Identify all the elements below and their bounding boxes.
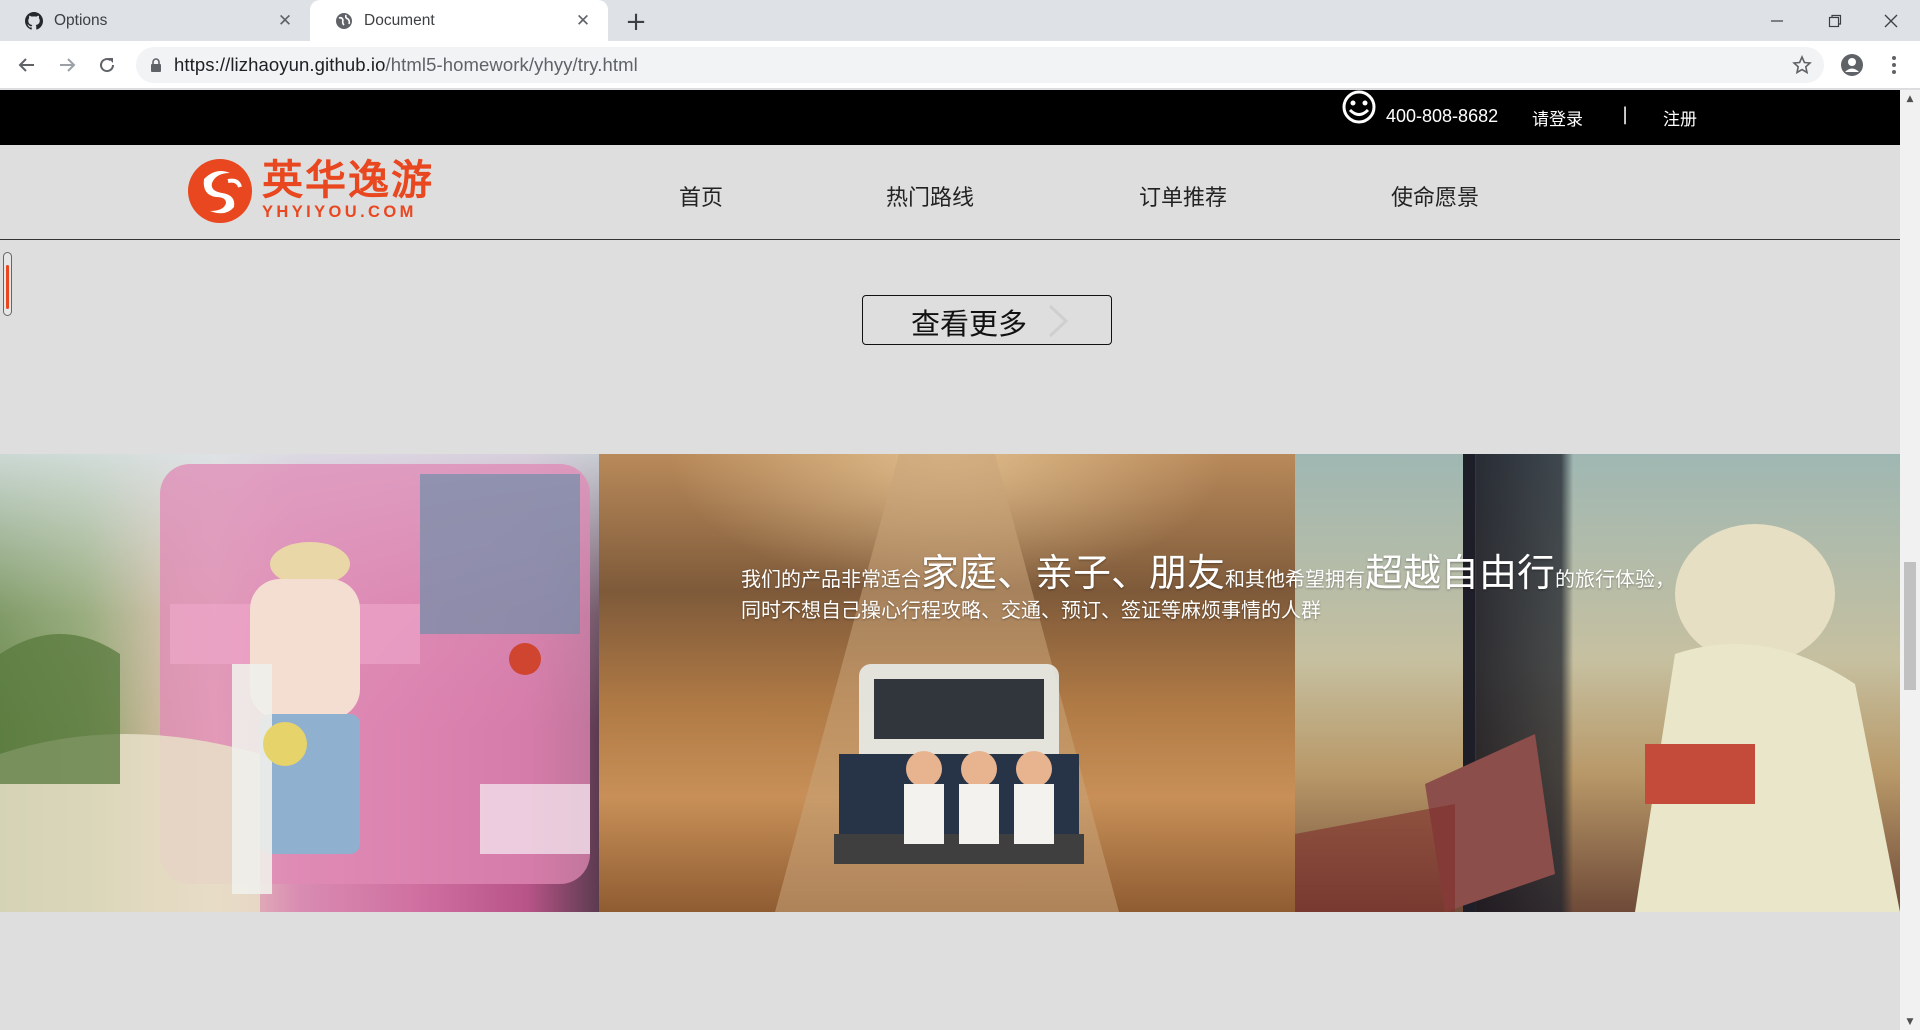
close-icon[interactable]: ✕ (274, 10, 296, 32)
new-tab-icon[interactable]: + (622, 7, 650, 37)
tab-title: Document (364, 11, 435, 29)
banner-headline: 我们的产品非常适合家庭、亲子、朋友和其他希望拥有超越自由行的旅行体验， (741, 542, 1675, 597)
github-icon (24, 11, 44, 31)
banner-photo-pink-bus (0, 454, 599, 912)
smiley-icon (1338, 90, 1380, 132)
chevron-right-icon (1046, 304, 1070, 342)
hero-banner: 我们的产品非常适合家庭、亲子、朋友和其他希望拥有超越自由行的旅行体验， 同时不想… (0, 454, 1900, 912)
separator: | (1622, 104, 1629, 125)
close-window-icon[interactable] (1862, 0, 1920, 41)
close-icon[interactable]: ✕ (572, 10, 594, 32)
address-bar[interactable]: https://lizhaoyun.github.io/html5-homewo… (136, 47, 1824, 83)
view-more-button[interactable]: 查看更多 (862, 295, 1112, 345)
scroll-up-arrow-icon[interactable]: ▲ (1900, 90, 1920, 107)
forward-icon[interactable] (51, 51, 83, 79)
nav-home[interactable]: 首页 (679, 180, 723, 212)
bookmark-star-icon[interactable] (1792, 54, 1812, 79)
page-viewport: 400-808-8682 请登录 | 注册 英华逸游 YHYIYOU.COM 首… (0, 90, 1900, 1030)
nav-mission-vision[interactable]: 使命愿景 (1391, 180, 1479, 212)
banner-headline-part: 我们的产品非常适合 (741, 567, 921, 591)
banner-headline-part: 超越自由行 (1365, 551, 1556, 595)
scroll-indicator-fill (6, 265, 9, 309)
restore-icon[interactable] (1806, 0, 1864, 41)
banner-subline: 同时不想自己操心行程攻略、交通、预订、签证等麻烦事情的人群 (741, 598, 1321, 622)
nav-order-recommend[interactable]: 订单推荐 (1139, 180, 1227, 212)
url-host: https://lizhaoyun.github.io (174, 54, 386, 75)
lock-icon (150, 58, 162, 72)
banner-headline-part: 和其他希望拥有 (1225, 567, 1366, 591)
site-header: 英华逸游 YHYIYOU.COM 首页 热门路线 订单推荐 使命愿景 (0, 145, 1900, 240)
scrollbar-thumb[interactable] (1904, 562, 1916, 690)
banner-headline-part: 的旅行体验， (1555, 567, 1676, 591)
register-link[interactable]: 注册 (1663, 105, 1697, 130)
tab-document[interactable]: Document ✕ (310, 0, 608, 41)
browser-toolbar: https://lizhaoyun.github.io/html5-homewo… (0, 41, 1920, 89)
scroll-down-arrow-icon[interactable]: ▼ (1900, 1013, 1920, 1030)
phone-number: 400-808-8682 (1386, 106, 1499, 126)
top-contact-bar: 400-808-8682 请登录 | 注册 (0, 90, 1900, 145)
nav-hot-routes[interactable]: 热门路线 (886, 180, 974, 212)
logo-chinese-name: 英华逸游 (262, 156, 434, 204)
tab-title: Options (54, 11, 108, 29)
url-path: /html5-homework/yhyy/try.html (385, 54, 638, 75)
login-link[interactable]: 请登录 (1532, 105, 1583, 130)
account-icon[interactable] (1840, 53, 1864, 77)
side-scroll-indicator[interactable] (3, 252, 12, 316)
globe-icon (334, 11, 354, 31)
banner-headline-part: 家庭、亲子、朋友 (921, 551, 1226, 595)
view-more-label: 查看更多 (911, 307, 1028, 341)
banner-photo-pickup-truck (599, 454, 1295, 912)
back-icon[interactable] (11, 51, 43, 79)
tab-options[interactable]: Options ✕ (0, 0, 310, 41)
vertical-scrollbar[interactable]: ▲ ▼ (1900, 90, 1920, 1030)
logo-english-name: YHYIYOU.COM (262, 203, 417, 221)
logo-mark-icon (188, 159, 252, 223)
minimize-icon[interactable] (1748, 0, 1806, 41)
reload-icon[interactable] (91, 51, 123, 79)
browser-tab-bar: Options ✕ Document ✕ + (0, 0, 1920, 41)
url-text: https://lizhaoyun.github.io/html5-homewo… (174, 54, 638, 76)
banner-photo-train-window (1295, 454, 1900, 912)
site-logo[interactable]: 英华逸游 YHYIYOU.COM (186, 157, 434, 225)
menu-dots-icon[interactable] (1882, 53, 1906, 77)
